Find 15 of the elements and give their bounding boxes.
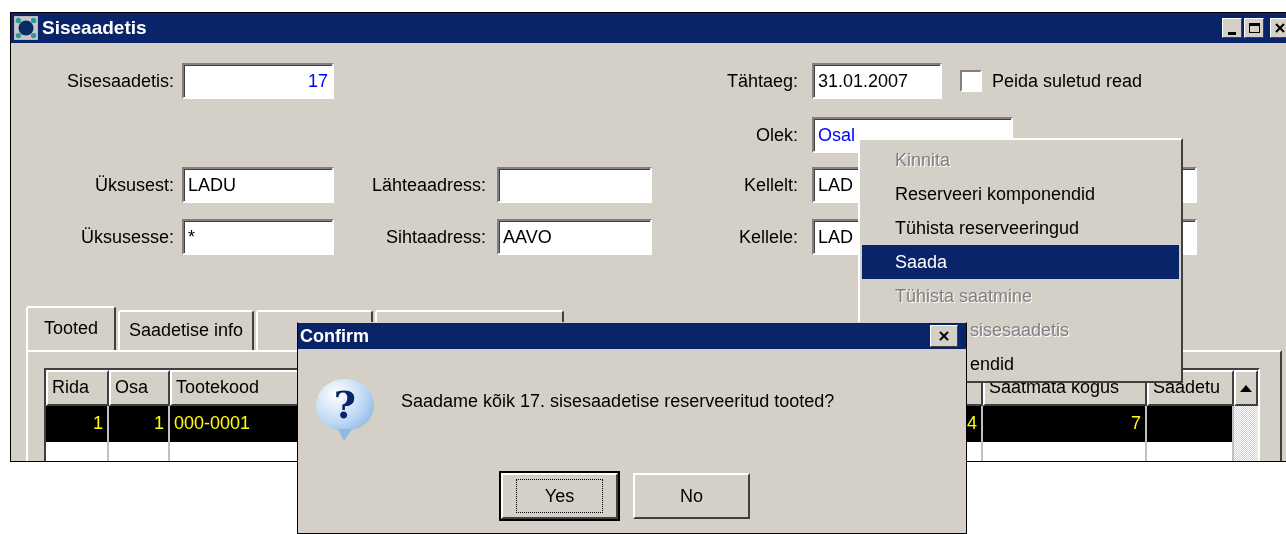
window-title: Siseaadetis	[42, 17, 147, 39]
table-cell: 1	[46, 406, 109, 442]
field-label: Üksusest:	[93, 174, 174, 196]
dialog-title: Confirm	[299, 325, 369, 347]
table-cell: 1	[109, 406, 170, 442]
checkbox-label: Peida suletud read	[992, 70, 1143, 92]
field-label: Tähtaeg:	[725, 70, 798, 92]
field-label: Kellelt:	[742, 174, 798, 196]
field-label: Lähteaadress:	[370, 174, 486, 196]
field-label: Sihtaadress:	[384, 226, 486, 248]
field-label: Olek:	[755, 124, 798, 146]
table-cell: 7	[983, 406, 1147, 442]
field-label: Üksusesse:	[79, 226, 174, 248]
field-label: Sisesaadetis:	[65, 70, 174, 92]
field-label: Kellele:	[737, 226, 798, 248]
